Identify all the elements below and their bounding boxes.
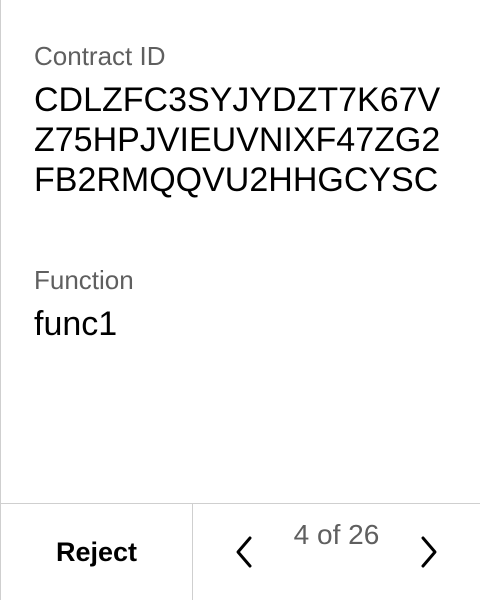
function-value: func1 <box>34 305 118 343</box>
contract-id-value: CDLZFC3SYJYDZT7K67VZ75HPJVIEUVNIXF47ZG2F… <box>34 81 441 199</box>
chevron-left-icon[interactable] <box>229 535 261 569</box>
function-label: Function <box>34 265 134 295</box>
contract-id-label: Contract ID <box>34 41 166 71</box>
transaction-details: Contract ID CDLZFC3SYJYDZT7K67VZ75HPJVIE… <box>34 40 460 344</box>
function-field: Function func1 <box>34 264 460 344</box>
reject-button[interactable]: Reject <box>1 504 193 600</box>
contract-id-field: Contract ID CDLZFC3SYJYDZT7K67VZ75HPJVIE… <box>34 40 460 240</box>
review-screen: Contract ID CDLZFC3SYJYDZT7K67VZ75HPJVIE… <box>0 0 480 600</box>
chevron-right-icon[interactable] <box>412 535 444 569</box>
action-footer: Reject 4 of 26 <box>1 503 480 600</box>
page-indicator: 4 of 26 <box>293 519 380 550</box>
pagination: 4 of 26 <box>193 504 480 600</box>
